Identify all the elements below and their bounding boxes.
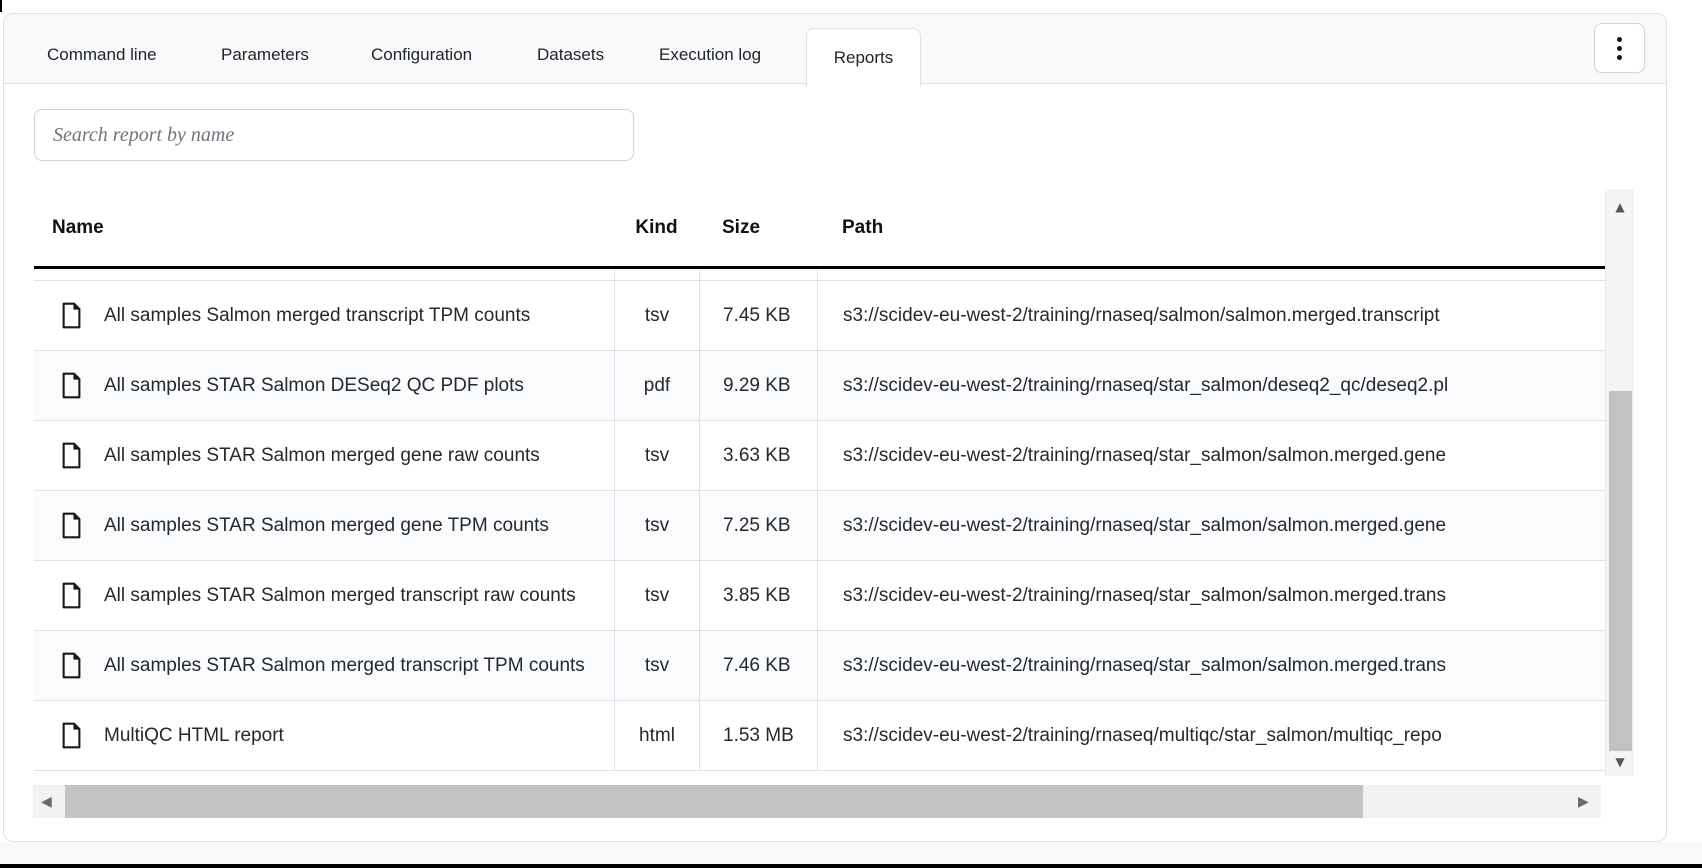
report-name-cell: All samples STAR Salmon merged gene TPM …: [34, 491, 614, 560]
scroll-left-icon[interactable]: ◀: [41, 785, 52, 818]
column-header-path: Path: [817, 217, 1605, 239]
screen-edge: [0, 864, 1702, 868]
report-kind-cell: tsv: [614, 281, 699, 350]
kebab-menu-icon[interactable]: [1594, 23, 1645, 73]
report-kind-cell: tsv: [614, 631, 699, 700]
report-path-cell: s3://scidev-eu-west-2/training/rnaseq/st…: [817, 631, 1605, 700]
file-icon: [61, 302, 82, 329]
file-icon: [61, 372, 82, 399]
table-row-partial: [34, 269, 1605, 281]
table-body: All samples Salmon merged transcript TPM…: [34, 269, 1605, 771]
tab-configuration[interactable]: Configuration: [345, 28, 498, 82]
table-row[interactable]: All samples STAR Salmon merged transcrip…: [34, 631, 1605, 701]
report-path-cell: s3://scidev-eu-west-2/training/rnaseq/st…: [817, 421, 1605, 490]
tab-label: Datasets: [537, 45, 604, 65]
report-name-cell: MultiQC HTML report: [34, 701, 614, 770]
report-kind-cell: tsv: [614, 491, 699, 560]
vertical-scrollbar[interactable]: ▲ ▼: [1605, 189, 1634, 776]
table-row[interactable]: All samples STAR Salmon merged transcrip…: [34, 561, 1605, 631]
report-name: MultiQC HTML report: [104, 725, 284, 747]
report-path-cell: s3://scidev-eu-west-2/training/rnaseq/st…: [817, 351, 1605, 420]
table-row[interactable]: All samples STAR Salmon merged gene TPM …: [34, 491, 1605, 561]
file-icon: [61, 442, 82, 469]
report-name: All samples Salmon merged transcript TPM…: [104, 305, 530, 327]
vertical-scrollbar-thumb[interactable]: [1609, 391, 1632, 751]
report-name-cell: All samples STAR Salmon DESeq2 QC PDF pl…: [34, 351, 614, 420]
tab-execution-log[interactable]: Execution log: [633, 28, 787, 82]
report-kind-cell: tsv: [614, 561, 699, 630]
scroll-down-icon[interactable]: ▼: [1606, 756, 1634, 768]
report-size-cell: 7.25 KB: [699, 491, 817, 560]
table-row[interactable]: All samples STAR Salmon merged gene raw …: [34, 421, 1605, 491]
kebab-dot: [1617, 55, 1622, 60]
report-path-cell: s3://scidev-eu-west-2/training/rnaseq/st…: [817, 561, 1605, 630]
report-kind-cell: pdf: [614, 351, 699, 420]
report-size-cell: 7.46 KB: [699, 631, 817, 700]
file-icon: [61, 652, 82, 679]
kebab-dot: [1617, 46, 1622, 51]
tab-label: Parameters: [221, 45, 309, 65]
tab-label: Execution log: [659, 45, 761, 65]
column-header-kind: Kind: [614, 217, 699, 239]
report-name-cell: [34, 269, 614, 280]
report-path-cell: s3://scidev-eu-west-2/training/rnaseq/sa…: [817, 281, 1605, 350]
tab-reports[interactable]: Reports: [806, 28, 921, 86]
file-icon: [61, 582, 82, 609]
tab-datasets[interactable]: Datasets: [511, 28, 630, 82]
report-size-cell: [699, 269, 817, 280]
table-row[interactable]: MultiQC HTML report html 1.53 MB s3://sc…: [34, 701, 1605, 771]
report-name-cell: All samples Salmon merged transcript TPM…: [34, 281, 614, 350]
search-input[interactable]: [34, 109, 634, 161]
report-name: All samples STAR Salmon merged gene raw …: [104, 445, 540, 467]
report-name: All samples STAR Salmon merged gene TPM …: [104, 515, 549, 537]
tab-label: Reports: [834, 48, 894, 68]
reports-table: Name Kind Size Path All samples Salmon m…: [34, 189, 1634, 800]
run-details-panel: Command line Parameters Configuration Da…: [3, 13, 1667, 842]
column-header-size: Size: [699, 217, 817, 239]
report-size-cell: 1.53 MB: [699, 701, 817, 770]
report-path-cell: s3://scidev-eu-west-2/training/rnaseq/mu…: [817, 701, 1605, 770]
file-icon: [61, 512, 82, 539]
report-size-cell: 9.29 KB: [699, 351, 817, 420]
tab-label: Configuration: [371, 45, 472, 65]
file-icon: [61, 722, 82, 749]
report-name: All samples STAR Salmon DESeq2 QC PDF pl…: [104, 375, 524, 397]
report-kind-cell: tsv: [614, 421, 699, 490]
tab-parameters[interactable]: Parameters: [195, 28, 335, 82]
report-name-cell: All samples STAR Salmon merged transcrip…: [34, 561, 614, 630]
column-header-name: Name: [34, 217, 614, 239]
report-path-cell: s3://scidev-eu-west-2/training/rnaseq/st…: [817, 491, 1605, 560]
table-header-row: Name Kind Size Path: [34, 189, 1605, 269]
report-name: All samples STAR Salmon merged transcrip…: [104, 655, 585, 677]
horizontal-scrollbar-thumb[interactable]: [65, 785, 1363, 818]
report-size-cell: 7.45 KB: [699, 281, 817, 350]
report-name-cell: All samples STAR Salmon merged gene raw …: [34, 421, 614, 490]
kebab-dot: [1617, 37, 1622, 42]
report-kind-cell: html: [614, 701, 699, 770]
scroll-up-icon[interactable]: ▲: [1606, 201, 1634, 213]
tab-bar: Command line Parameters Configuration Da…: [4, 14, 1666, 84]
tab-label: Command line: [47, 45, 157, 65]
report-kind-cell: [614, 269, 699, 280]
report-path-cell: [817, 269, 1605, 280]
table-row[interactable]: All samples Salmon merged transcript TPM…: [34, 281, 1605, 351]
table-row[interactable]: All samples STAR Salmon DESeq2 QC PDF pl…: [34, 351, 1605, 421]
report-name-cell: All samples STAR Salmon merged transcrip…: [34, 631, 614, 700]
scroll-right-icon[interactable]: ▶: [1578, 785, 1589, 818]
tab-command-line[interactable]: Command line: [21, 28, 183, 82]
report-name: All samples STAR Salmon merged transcrip…: [104, 585, 576, 607]
horizontal-scrollbar[interactable]: ◀ ▶: [33, 785, 1601, 818]
window-edge-artifact: [0, 0, 2, 12]
report-size-cell: 3.63 KB: [699, 421, 817, 490]
report-size-cell: 3.85 KB: [699, 561, 817, 630]
page-background-band: [0, 842, 1702, 864]
